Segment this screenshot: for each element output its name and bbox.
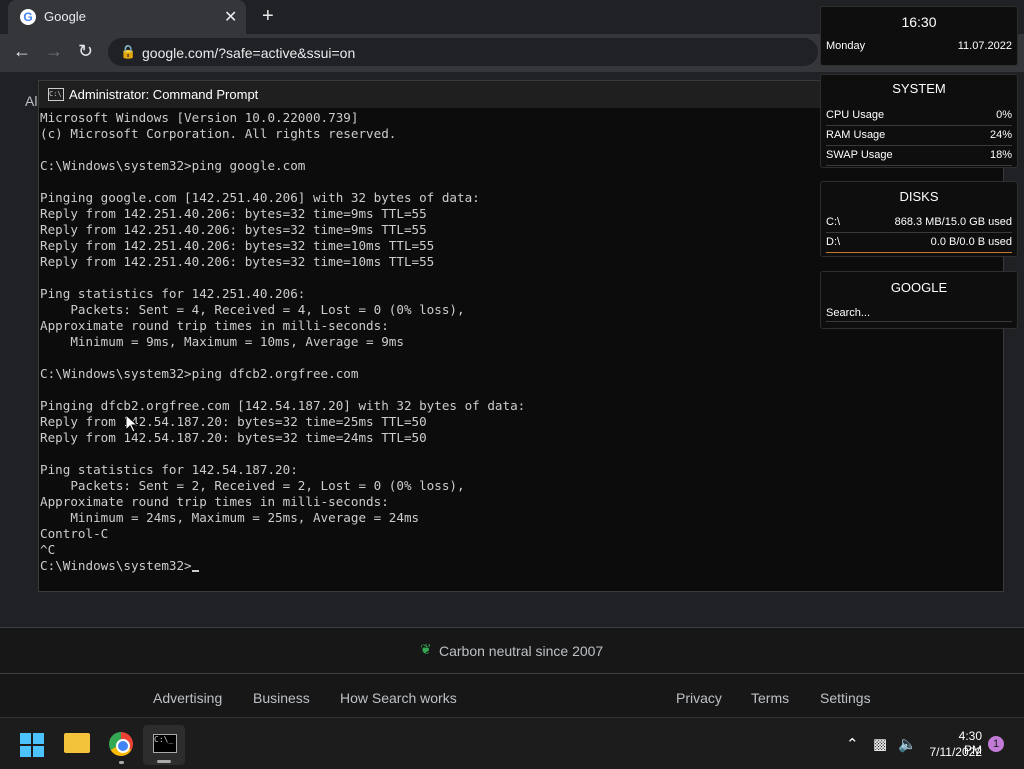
cmd-window-icon: C:\ — [48, 88, 64, 101]
clock-date: 11.07.2022 — [957, 40, 1012, 52]
cmd-line: Approximate round trip times in milli-se… — [40, 494, 389, 509]
back-icon[interactable]: ← — [13, 41, 31, 62]
disk-d-label: D:\ — [826, 236, 841, 248]
cpu-usage-row[interactable]: CPU Usage 0% — [826, 107, 1012, 126]
lock-icon[interactable]: 🔒 — [120, 44, 136, 60]
system-widget-title: SYSTEM — [892, 81, 946, 96]
cmd-output[interactable]: Microsoft Windows [Version 10.0.22000.73… — [40, 110, 525, 574]
google-favicon-icon: G — [20, 9, 36, 25]
clock-time: 16:30 — [901, 14, 937, 30]
google-widget-search-input[interactable]: Search... — [826, 307, 1012, 322]
system-widget: SYSTEM CPU Usage 0% RAM Usage 24% SWAP U… — [820, 74, 1018, 168]
mouse-pointer-icon — [126, 415, 138, 433]
cmd-line: C:\Windows\system32> — [40, 558, 192, 573]
disk-d-value: 0.0 B/0.0 B used — [930, 236, 1012, 248]
cmd-line: Reply from 142.251.40.206: bytes=32 time… — [40, 222, 427, 237]
cpu-usage-label: CPU Usage — [826, 109, 885, 121]
cmd-line: Pinging dfcb2.orgfree.com [142.54.187.20… — [40, 398, 526, 413]
chrome-icon-center — [116, 739, 130, 753]
cpu-usage-value: 0% — [996, 109, 1012, 121]
cmd-line: Control-C — [40, 526, 109, 541]
footer-link-advertising[interactable]: Advertising — [153, 690, 222, 706]
taskbar-date[interactable]: 7/11/2022 — [926, 745, 983, 759]
ram-usage-row[interactable]: RAM Usage 24% — [826, 127, 1012, 146]
disk-c-value: 868.3 MB/15.0 GB used — [894, 216, 1012, 228]
volume-icon[interactable]: 🔈 — [898, 735, 917, 753]
clock-day: Monday — [826, 40, 866, 52]
footer-link-how-search-works[interactable]: How Search works — [340, 690, 457, 706]
cmd-line: Minimum = 9ms, Maximum = 10ms, Average =… — [40, 334, 404, 349]
windows-start-icon[interactable] — [20, 733, 44, 757]
google-widget-title: GOOGLE — [890, 280, 948, 295]
ram-usage-label: RAM Usage — [826, 129, 886, 141]
network-icon[interactable]: ▩ — [873, 735, 887, 753]
cmd-line: Reply from 142.251.40.206: bytes=32 time… — [40, 254, 435, 269]
cmd-line: Reply from 142.54.187.20: bytes=32 time=… — [40, 430, 427, 445]
cmd-line: Minimum = 24ms, Maximum = 25ms, Average … — [40, 510, 420, 525]
carbon-neutral-text[interactable]: Carbon neutral since 2007 — [439, 643, 603, 659]
text-cursor — [191, 570, 199, 572]
cmd-line: ^C — [40, 542, 56, 557]
ram-usage-value: 24% — [989, 129, 1012, 141]
about-link[interactable]: Al — [25, 93, 37, 109]
forward-icon[interactable]: → — [45, 41, 63, 62]
reload-icon[interactable]: ↻ — [78, 41, 93, 62]
new-tab-button[interactable]: + — [262, 5, 274, 28]
cmd-line: Reply from 142.251.40.206: bytes=32 time… — [40, 238, 435, 253]
cmd-line: Microsoft Windows [Version 10.0.22000.73… — [40, 110, 359, 125]
tab-close-icon[interactable]: ✕ — [224, 7, 237, 27]
tab-title: Google — [44, 9, 86, 24]
footer-link-business[interactable]: Business — [253, 690, 310, 706]
cmd-line: Approximate round trip times in milli-se… — [40, 318, 389, 333]
cmd-line: C:\Windows\system32>ping dfcb2.orgfree.c… — [40, 366, 359, 381]
swap-usage-row[interactable]: SWAP Usage 18% — [826, 147, 1012, 166]
notification-badge[interactable]: 1 — [988, 736, 1004, 752]
footer-link-terms[interactable]: Terms — [751, 690, 789, 706]
disks-widget: DISKS C:\ 868.3 MB/15.0 GB used D:\ 0.0 … — [820, 181, 1018, 257]
cmd-line: C:\Windows\system32>ping google.com — [40, 158, 306, 173]
cmd-line: Pinging google.com [142.251.40.206] with… — [40, 190, 480, 205]
footer-link-settings[interactable]: Settings — [820, 690, 871, 706]
cmd-line: Ping statistics for 142.54.187.20: — [40, 462, 298, 477]
disk-c-label: C:\ — [826, 216, 841, 228]
cmd-active-indicator — [157, 760, 171, 763]
cmd-line: Packets: Sent = 2, Received = 2, Lost = … — [40, 478, 465, 493]
google-widget: GOOGLE Search... — [820, 271, 1018, 329]
disks-widget-title: DISKS — [899, 189, 939, 204]
cmd-line: Reply from 142.54.187.20: bytes=32 time=… — [40, 414, 427, 429]
file-explorer-icon[interactable] — [64, 733, 90, 753]
cmd-line: Reply from 142.251.40.206: bytes=32 time… — [40, 206, 427, 221]
chrome-running-indicator — [119, 761, 124, 764]
url-text[interactable]: google.com/?safe=active&ssui=on — [142, 45, 355, 61]
browser-tab[interactable]: G Google ✕ — [8, 0, 246, 34]
disk-c-row[interactable]: C:\ 868.3 MB/15.0 GB used — [826, 214, 1012, 233]
cmd-line: (c) Microsoft Corporation. All rights re… — [40, 126, 397, 141]
cmd-window-title: Administrator: Command Prompt — [69, 87, 259, 102]
leaf-icon: ❦ — [420, 641, 432, 657]
swap-usage-value: 18% — [989, 149, 1012, 161]
chevron-up-icon[interactable]: ⌃ — [846, 735, 859, 753]
clock-widget: 16:30 Monday 11.07.2022 — [820, 6, 1018, 66]
swap-usage-label: SWAP Usage — [826, 149, 893, 161]
terminal-icon: C:\_ — [153, 734, 177, 753]
cmd-line: Ping statistics for 142.251.40.206: — [40, 286, 306, 301]
cmd-line: Packets: Sent = 4, Received = 4, Lost = … — [40, 302, 465, 317]
footer-link-privacy[interactable]: Privacy — [676, 690, 722, 706]
disk-d-row[interactable]: D:\ 0.0 B/0.0 B used — [826, 234, 1012, 253]
